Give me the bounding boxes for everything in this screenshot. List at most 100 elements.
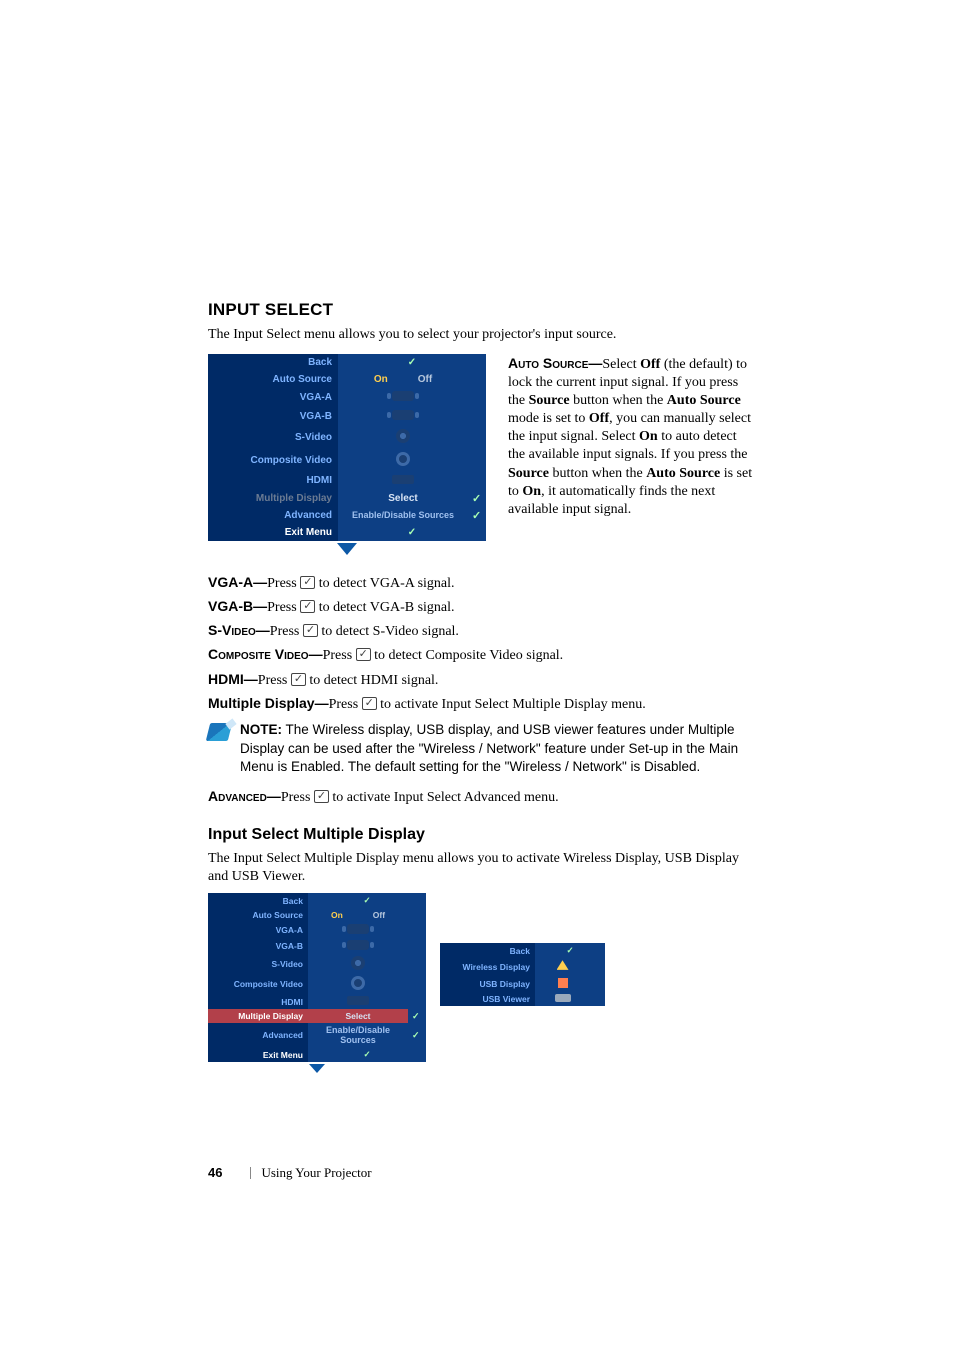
menu-label: HDMI bbox=[208, 472, 338, 490]
cv-icon bbox=[351, 976, 365, 990]
menu-row: USB Display bbox=[440, 976, 605, 992]
menu-label: VGA-A bbox=[208, 922, 308, 938]
menu-screenshot-right: Back✓Wireless DisplayUSB DisplayUSB View… bbox=[440, 943, 605, 1006]
menu-row: Exit Menu✓ bbox=[208, 524, 486, 541]
menu-label: Wireless Display bbox=[440, 958, 535, 976]
menu-and-description: Back ✓ Auto SourceOnOffVGA-AVGA-BS-VideoCo… bbox=[208, 354, 756, 558]
def-after: to detect Composite Video signal. bbox=[371, 648, 564, 663]
page-content: INPUT SELECT The Input Select menu allow… bbox=[0, 0, 954, 1181]
advanced-label: Advanced— bbox=[208, 788, 281, 804]
menu-label: VGA-B bbox=[208, 407, 338, 426]
enter-key-icon bbox=[356, 648, 371, 661]
def-press: Press bbox=[267, 600, 300, 615]
menu-row: Back ✓ bbox=[440, 943, 605, 958]
menu-label: HDMI bbox=[208, 994, 308, 1009]
page-footer: 46Using Your Projector bbox=[208, 1165, 756, 1181]
definition-row: Composite Video—Press to detect Composit… bbox=[208, 644, 756, 666]
arrow-down-icon bbox=[309, 1064, 325, 1073]
menu-label: Back bbox=[440, 943, 535, 958]
def-label: S-Video— bbox=[208, 622, 270, 638]
menu-label: Back bbox=[208, 354, 338, 371]
osd-menu-left: Back✓Auto SourceOnOffVGA-AVGA-BS-VideoCo… bbox=[208, 893, 426, 1075]
section-intro: The Input Select menu allows you to sele… bbox=[208, 326, 756, 344]
menu-row: VGA-B bbox=[208, 938, 426, 954]
arrow-down-icon bbox=[337, 543, 357, 555]
def-after: to detect VGA-A signal. bbox=[315, 576, 454, 591]
definition-row: VGA-A—Press to detect VGA-A signal. bbox=[208, 572, 756, 594]
cv-icon bbox=[396, 452, 410, 466]
note-block: NOTE: The Wireless display, USB display,… bbox=[208, 721, 756, 776]
menu-row: VGA-B bbox=[208, 407, 486, 426]
menu-label: Exit Menu bbox=[208, 524, 338, 541]
usb-rect-icon bbox=[555, 994, 571, 1002]
menu-row: Back ✓ bbox=[208, 354, 486, 371]
enter-key-icon bbox=[300, 576, 315, 589]
menu-label: Composite Video bbox=[208, 974, 308, 994]
def-press: Press bbox=[329, 697, 362, 712]
enter-key-icon bbox=[291, 673, 306, 686]
def-label: HDMI— bbox=[208, 671, 258, 687]
menu-label: Composite Video bbox=[208, 449, 338, 472]
menu-screenshot-main: Back ✓ Auto SourceOnOffVGA-AVGA-BS-VideoCo… bbox=[208, 354, 486, 558]
enter-key-icon bbox=[362, 697, 377, 710]
def-after: to detect S-Video signal. bbox=[318, 624, 459, 639]
definition-row: Multiple Display—Press to activate Input… bbox=[208, 693, 756, 715]
advanced-press: Press bbox=[281, 790, 314, 805]
def-after: to detect VGA-B signal. bbox=[315, 600, 454, 615]
menu-label: S-Video bbox=[208, 426, 338, 449]
note-text: NOTE: The Wireless display, USB display,… bbox=[240, 721, 756, 776]
auto-source-description: Auto Source—Select Off (the default) to … bbox=[508, 354, 756, 558]
def-label: VGA-B— bbox=[208, 598, 267, 614]
check-icon: ✓ bbox=[408, 357, 416, 368]
menu-row: Multiple DisplaySelect✓ bbox=[208, 490, 486, 507]
def-label: VGA-A— bbox=[208, 574, 267, 590]
check-icon: ✓ bbox=[566, 945, 573, 955]
wifi-icon bbox=[557, 960, 569, 972]
menu-row: S-Video bbox=[208, 954, 426, 974]
menu-row: Back✓ bbox=[208, 893, 426, 908]
check-icon: ✓ bbox=[363, 1049, 370, 1059]
def-after: to activate Input Select Multiple Displa… bbox=[377, 697, 646, 712]
menu-label: S-Video bbox=[208, 954, 308, 974]
def-press: Press bbox=[267, 576, 300, 591]
note-icon bbox=[206, 723, 232, 741]
def-press: Press bbox=[323, 648, 356, 663]
menu-row: HDMI bbox=[208, 472, 486, 490]
subsection-heading: Input Select Multiple Display bbox=[208, 826, 756, 844]
hdmi-icon bbox=[347, 996, 369, 1005]
menu-row: VGA-A bbox=[208, 922, 426, 938]
menu-row: Multiple DisplaySelect✓ bbox=[208, 1009, 426, 1023]
menu-row: AdvancedEnable/Disable Sources✓ bbox=[208, 1023, 426, 1047]
sub-menus-row: Back ✓ Auto SourceOnOffVGA-AVGA-BS-VideoCo… bbox=[208, 893, 756, 1075]
menu-row: Composite Video bbox=[208, 449, 486, 472]
menu-label: Exit Menu bbox=[208, 1047, 308, 1062]
vga-icon bbox=[347, 940, 369, 950]
menu-row: Wireless Display bbox=[440, 958, 605, 976]
advanced-definition: Advanced—Press to activate Input Select … bbox=[208, 786, 756, 808]
menu-label: VGA-A bbox=[208, 388, 338, 407]
section-heading: INPUT SELECT bbox=[208, 300, 756, 320]
menu-row: Composite Video bbox=[208, 974, 426, 994]
menu-row: Auto SourceOnOff bbox=[208, 371, 486, 388]
advanced-after: to activate Input Select Advanced menu. bbox=[329, 790, 559, 805]
osd-menu-main: Back ✓ Auto SourceOnOffVGA-AVGA-BS-VideoCo… bbox=[208, 354, 486, 558]
menu-label: Back bbox=[208, 893, 308, 908]
subsection-intro: The Input Select Multiple Display menu a… bbox=[208, 850, 756, 885]
usb-sq-icon bbox=[558, 978, 568, 988]
menu-label: VGA-B bbox=[208, 938, 308, 954]
auto-source-label: Auto Source— bbox=[508, 355, 602, 371]
definition-row: HDMI—Press to detect HDMI signal. bbox=[208, 669, 756, 691]
menu-row: Auto SourceOnOff bbox=[208, 908, 426, 922]
osd-menu-right: Back✓Wireless DisplayUSB DisplayUSB View… bbox=[440, 943, 605, 1006]
menu-label: USB Display bbox=[440, 976, 535, 992]
enter-key-icon bbox=[300, 600, 315, 613]
vga-icon bbox=[392, 391, 414, 401]
menu-label: Multiple Display bbox=[208, 490, 338, 507]
menu-row: AdvancedEnable/Disable Sources✓ bbox=[208, 507, 486, 524]
signal-definitions: VGA-A—Press to detect VGA-A signal.VGA-B… bbox=[208, 572, 756, 716]
menu-label: Auto Source bbox=[208, 371, 338, 388]
footer-separator bbox=[250, 1167, 251, 1179]
vga-icon bbox=[392, 410, 414, 420]
def-label: Multiple Display— bbox=[208, 695, 329, 711]
menu-label: Advanced bbox=[208, 507, 338, 524]
